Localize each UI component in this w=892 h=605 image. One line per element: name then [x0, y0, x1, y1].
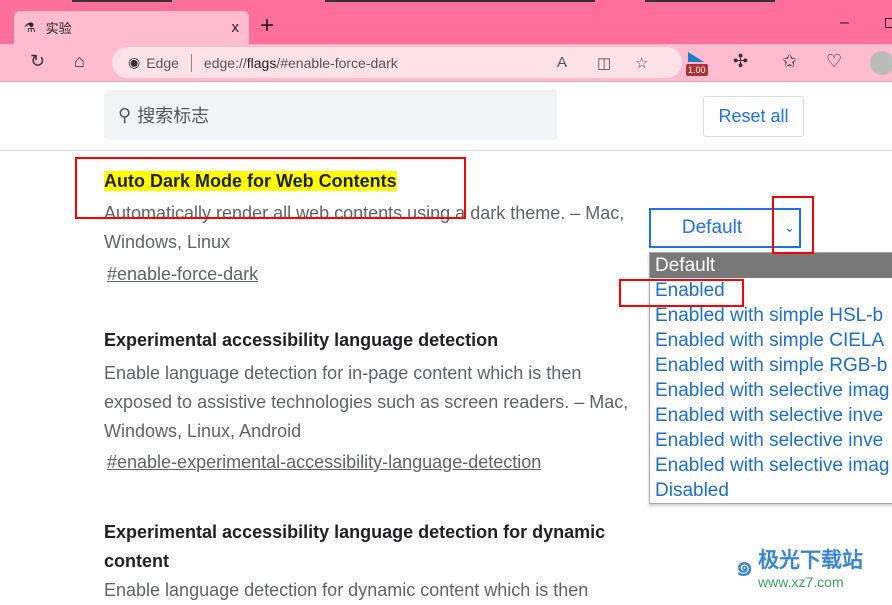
flag-link[interactable]: #enable-force-dark: [107, 264, 258, 285]
tab-title: 实验: [45, 21, 72, 36]
extensions-puzzle-icon[interactable]: ✣: [733, 51, 748, 72]
watermark-logo-icon: ๑: [735, 550, 755, 583]
flag-title: Experimental accessibility language dete…: [104, 522, 606, 571]
option[interactable]: Enabled with selective inve: [650, 403, 892, 428]
flask-icon: ⚗: [24, 19, 36, 35]
minimize-button[interactable]: –: [840, 14, 849, 32]
tab-flags[interactable]: ⚗ 实验 x: [14, 11, 249, 44]
divider: [0, 150, 892, 151]
flag-description: Enable language detection for dynamic co…: [104, 580, 589, 600]
top-strip: [0, 0, 892, 4]
new-tab-button[interactable]: +: [260, 12, 274, 40]
flag-link[interactable]: #enable-experimental-accessibility-langu…: [107, 452, 541, 473]
maximize-button[interactable]: [885, 18, 892, 28]
health-icon[interactable]: ♡: [826, 51, 842, 72]
flag-title: Experimental accessibility language dete…: [104, 330, 499, 350]
option[interactable]: Enabled with simple CIELA: [650, 328, 892, 353]
annotation-box: [619, 279, 744, 307]
refresh-icon[interactable]: ↻: [30, 51, 45, 72]
extension-badge: 1.00: [686, 64, 708, 76]
search-icon: ⚲: [118, 104, 132, 125]
annotation-box: [75, 157, 466, 219]
search-placeholder: 搜索标志: [137, 106, 210, 126]
url-prefix: edge://: [203, 54, 247, 71]
address-bar[interactable]: ◉ Edge edge://flags/#enable-force-dark A…: [112, 47, 682, 78]
reset-all-button[interactable]: Reset all: [703, 96, 804, 137]
option[interactable]: Enabled with selective imag: [650, 378, 892, 403]
divider: [190, 53, 192, 72]
read-aloud-icon[interactable]: A: [557, 54, 567, 71]
search-input[interactable]: ⚲ 搜索标志: [104, 90, 557, 140]
url-host: flags: [246, 54, 277, 71]
favorites-icon[interactable]: ✩: [782, 51, 797, 72]
split-screen-icon[interactable]: ◫: [597, 54, 611, 72]
option[interactable]: Enabled with selective imag: [650, 453, 892, 478]
flag-description: Enable language detection for in-page co…: [104, 363, 629, 441]
watermark: ๑ 极光下载站 www.xz7.com: [735, 543, 863, 590]
address-brand: Edge: [146, 54, 179, 71]
extension-icon[interactable]: [688, 52, 704, 62]
option[interactable]: Enabled with simple RGB-b: [650, 353, 892, 378]
option[interactable]: Enabled with selective inve: [650, 428, 892, 453]
edge-logo-icon: ◉: [128, 54, 141, 70]
url-path: /#enable-force-dark: [276, 54, 398, 71]
home-icon[interactable]: ⌂: [74, 51, 85, 72]
annotation-box: [772, 196, 814, 254]
option[interactable]: Default: [650, 253, 892, 278]
close-tab-icon[interactable]: x: [232, 19, 240, 36]
favorite-star-icon[interactable]: ☆: [635, 54, 648, 72]
avatar[interactable]: [870, 51, 892, 75]
option[interactable]: Disabled: [650, 478, 892, 503]
